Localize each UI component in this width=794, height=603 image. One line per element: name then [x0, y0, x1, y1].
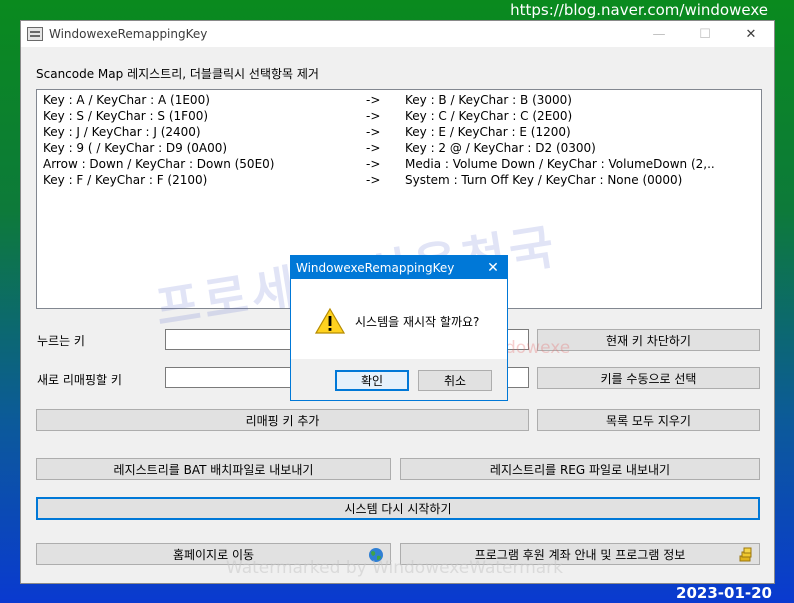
mapping-to: Key : B / KeyChar : B (3000) — [405, 93, 572, 107]
homepage-button[interactable]: 홈페이지로 이동 — [36, 543, 391, 565]
date-stamp: 2023-01-20 — [676, 584, 772, 602]
title-bar[interactable]: WindowexeRemappingKey — ☐ ✕ — [21, 21, 774, 47]
mapping-arrow: -> — [366, 173, 381, 187]
pressed-key-label: 누르는 키 — [37, 334, 85, 348]
mapping-to: Key : E / KeyChar : E (1200) — [405, 125, 571, 139]
clear-all-button[interactable]: 목록 모두 지우기 — [537, 409, 760, 431]
mapping-to: Key : 2 @ / KeyChar : D2 (0300) — [405, 141, 596, 155]
mapping-from: Key : A / KeyChar : A (1E00) — [43, 93, 210, 107]
homepage-label: 홈페이지로 이동 — [172, 547, 255, 562]
dialog-ok-button[interactable]: 확인 — [335, 370, 409, 391]
block-key-button[interactable]: 현재 키 차단하기 — [537, 329, 760, 351]
new-key-label: 새로 리매핑할 키 — [37, 373, 122, 387]
restart-system-button[interactable]: 시스템 다시 시작하기 — [36, 497, 760, 520]
mapping-to: System : Turn Off Key / KeyChar : None (… — [405, 173, 683, 187]
mapping-arrow: -> — [366, 141, 381, 155]
list-item[interactable]: Key : F / KeyChar : F (2100) -> System :… — [43, 172, 755, 188]
confirm-dialog: WindowexeRemappingKey ✕ 시스템을 재시작 할까요? 확인… — [290, 255, 508, 401]
maximize-button[interactable]: ☐ — [682, 21, 728, 47]
app-icon — [27, 27, 43, 41]
dialog-body: 시스템을 재시작 할까요? — [291, 279, 507, 359]
mapping-to: Media : Volume Down / KeyChar : VolumeDo… — [405, 157, 715, 171]
mapping-from: Key : S / KeyChar : S (1F00) — [43, 109, 209, 123]
mapping-from: Key : 9 ( / KeyChar : D9 (0A00) — [43, 141, 228, 155]
minimize-button[interactable]: — — [636, 21, 682, 47]
list-item[interactable]: Key : A / KeyChar : A (1E00) -> Key : B … — [43, 92, 755, 108]
mapping-to: Key : C / KeyChar : C (2E00) — [405, 109, 573, 123]
globe-icon — [369, 548, 383, 562]
scancode-section-label: Scancode Map 레지스트리, 더블클릭시 선택항목 제거 — [36, 67, 319, 81]
dialog-message: 시스템을 재시작 할까요? — [355, 315, 480, 329]
dialog-title: WindowexeRemappingKey — [296, 260, 455, 275]
mapping-from: Key : J / KeyChar : J (2400) — [43, 125, 201, 139]
dialog-close-button[interactable]: ✕ — [479, 256, 507, 279]
donate-info-label: 프로그램 후원 계좌 안내 및 프로그램 정보 — [474, 547, 686, 562]
mapping-arrow: -> — [366, 109, 381, 123]
mapping-from: Arrow : Down / KeyChar : Down (50E0) — [43, 157, 275, 171]
coins-icon — [739, 547, 752, 562]
window-controls: — ☐ ✕ — [636, 21, 774, 47]
list-item[interactable]: Key : J / KeyChar : J (2400) -> Key : E … — [43, 124, 755, 140]
manual-select-button[interactable]: 키를 수동으로 선택 — [537, 367, 760, 389]
close-button[interactable]: ✕ — [728, 21, 774, 47]
list-item[interactable]: Key : 9 ( / KeyChar : D9 (0A00) -> Key :… — [43, 140, 755, 156]
export-bat-button[interactable]: 레지스트리를 BAT 배치파일로 내보내기 — [36, 458, 391, 480]
add-remap-button[interactable]: 리매핑 키 추가 — [36, 409, 529, 431]
window-title: WindowexeRemappingKey — [49, 27, 208, 41]
dialog-title-bar[interactable]: WindowexeRemappingKey ✕ — [291, 256, 507, 279]
export-reg-button[interactable]: 레지스트리를 REG 파일로 내보내기 — [400, 458, 760, 480]
dialog-cancel-button[interactable]: 취소 — [418, 370, 492, 391]
mapping-arrow: -> — [366, 93, 381, 107]
donate-info-button[interactable]: 프로그램 후원 계좌 안내 및 프로그램 정보 — [400, 543, 760, 565]
mapping-arrow: -> — [366, 157, 381, 171]
mapping-arrow: -> — [366, 125, 381, 139]
warning-icon — [315, 307, 345, 334]
site-url-watermark: https://blog.naver.com/windowexe — [510, 1, 768, 19]
mapping-from: Key : F / KeyChar : F (2100) — [43, 173, 208, 187]
list-item[interactable]: Key : S / KeyChar : S (1F00) -> Key : C … — [43, 108, 755, 124]
list-item[interactable]: Arrow : Down / KeyChar : Down (50E0) -> … — [43, 156, 755, 172]
